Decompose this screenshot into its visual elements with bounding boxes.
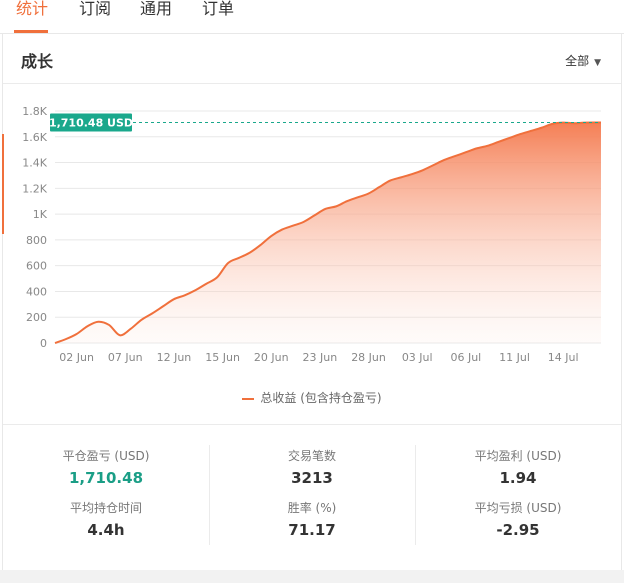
y-tick-label: 0 — [40, 337, 47, 350]
card-header: 成长 全部 ▼ — [3, 34, 621, 84]
stat-label: 交易笔数 — [287, 449, 336, 463]
stat-closed-pnl: 平仓盈亏 (USD) 1,710.48 — [3, 447, 209, 487]
stat-label: 平均盈利 (USD) — [474, 449, 562, 463]
y-tick-label: 1.8K — [22, 105, 47, 118]
stat-value: 1.94 — [499, 469, 537, 487]
x-tick-label: 12 Jun — [157, 351, 192, 364]
stat-value: 71.17 — [288, 521, 336, 539]
y-tick-label: 1.2K — [22, 182, 47, 195]
stat-value: 3213 — [291, 469, 333, 487]
y-tick-label: 600 — [26, 260, 47, 273]
legend-label: 总收益 (包含持仓盈亏) — [260, 391, 382, 405]
x-tick-label: 28 Jun — [351, 351, 386, 364]
y-tick-label: 1.4K — [22, 157, 47, 170]
stat-trade-count: 交易笔数 3213 — [209, 447, 415, 487]
stat-value: 1,710.48 — [68, 469, 144, 487]
y-tick-label: 800 — [26, 234, 47, 247]
x-tick-label: 06 Jul — [450, 351, 481, 364]
highlight-label: 1,710.48 USD — [49, 117, 133, 130]
x-tick-label: 14 Jul — [548, 351, 579, 364]
tab-subscribe[interactable]: 订阅 — [79, 0, 111, 31]
x-tick-label: 20 Jun — [254, 351, 289, 364]
x-tick-label: 15 Jun — [205, 351, 240, 364]
y-tick-label: 1K — [33, 208, 48, 221]
stat-win-rate: 胜率 (%) 71.17 — [209, 499, 415, 539]
legend-swatch — [242, 397, 255, 400]
tab-statistics[interactable]: 统计 — [16, 0, 48, 31]
growth-card: 成长 全部 ▼ 0 200 400 600 800 1K 1.2K 1.4K 1.6K 1.8K 02… — [2, 34, 622, 570]
section-title: 成长 — [21, 52, 54, 71]
stat-label: 平仓盈亏 (USD) — [62, 449, 150, 463]
stat-avg-hold-time: 平均持仓时间 4.4h — [3, 499, 209, 539]
stat-label: 平均亏损 (USD) — [474, 501, 562, 515]
stat-avg-loss: 平均亏损 (USD) -2.95 — [415, 499, 621, 539]
x-tick-label: 02 Jun — [59, 351, 94, 364]
bottom-bar — [0, 570, 624, 583]
tab-general[interactable]: 通用 — [140, 0, 172, 31]
stat-label: 胜率 (%) — [287, 501, 337, 515]
chart-legend[interactable]: 总收益 (包含持仓盈亏) — [3, 389, 621, 406]
y-tick-label: 1.6K — [22, 131, 47, 144]
x-tick-label: 23 Jun — [303, 351, 338, 364]
stat-value: 4.4h — [87, 521, 125, 539]
series-area — [55, 122, 601, 343]
x-tick-label: 03 Jul — [402, 351, 433, 364]
stat-avg-profit: 平均盈利 (USD) 1.94 — [415, 447, 621, 487]
active-tab-indicator — [14, 30, 48, 33]
tab-bar: 统计 订阅 通用 订单 — [0, 0, 624, 34]
range-dropdown[interactable]: 全部 ▼ — [565, 52, 601, 69]
stats-panel: 平仓盈亏 (USD) 1,710.48 交易笔数 3213 平均盈利 (USD)… — [3, 424, 621, 565]
x-tick-label: 11 Jul — [499, 351, 530, 364]
stat-value: -2.95 — [496, 521, 540, 539]
growth-chart: 0 200 400 600 800 1K 1.2K 1.4K 1.6K 1.8K 02 Jun 07 … — [22, 105, 602, 364]
caret-down-icon: ▼ — [594, 58, 601, 68]
tab-orders[interactable]: 订单 — [202, 0, 234, 31]
y-tick-label: 400 — [26, 285, 47, 298]
stat-label: 平均持仓时间 — [69, 501, 142, 515]
y-tick-label: 200 — [26, 311, 47, 324]
range-label: 全部 — [565, 54, 590, 68]
x-tick-label: 07 Jun — [108, 351, 143, 364]
